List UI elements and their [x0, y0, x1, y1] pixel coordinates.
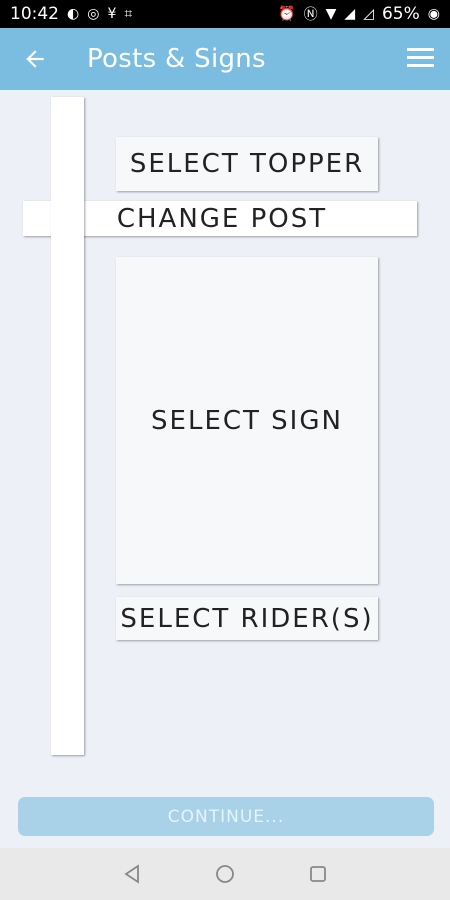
- wifi-icon: ▼: [325, 6, 337, 22]
- page-title: Posts & Signs: [87, 44, 266, 74]
- hamburger-menu-icon: [407, 48, 434, 67]
- status-notification-icons: ◐ ◎ ¥ ⌗: [67, 6, 132, 22]
- status-time: 10:42: [10, 4, 59, 24]
- signal-icon: ◢: [344, 6, 356, 22]
- change-post-label: CHANGE POST: [116, 203, 328, 234]
- grid-icon: ⌗: [124, 6, 133, 22]
- alarm-icon: ⏰: [278, 6, 296, 22]
- arrow-left-icon: [26, 50, 44, 68]
- select-topper-button[interactable]: SELECT TOPPER: [116, 137, 378, 191]
- back-triangle-icon: [124, 864, 139, 884]
- continue-button[interactable]: CONTINUE...: [18, 797, 434, 836]
- select-rider-button[interactable]: SELECT RIDER(S): [116, 597, 378, 640]
- nav-back-button[interactable]: [120, 862, 144, 886]
- battery-saver-icon: ◉: [427, 6, 440, 22]
- whatsapp-icon: ◎: [87, 6, 100, 22]
- continue-label: CONTINUE...: [167, 806, 285, 827]
- select-sign-label: SELECT SIGN: [151, 405, 343, 436]
- home-circle-icon: [216, 865, 234, 883]
- chrome-icon: ◐: [67, 6, 80, 22]
- back-button[interactable]: [0, 28, 70, 90]
- nfc-icon: Ⓝ: [303, 7, 318, 23]
- select-sign-button[interactable]: SELECT SIGN: [116, 257, 378, 584]
- menu-button[interactable]: [406, 43, 436, 73]
- system-nav-bar: [0, 848, 450, 900]
- recents-square-icon: [310, 866, 326, 882]
- app-bar: Posts & Signs: [0, 28, 450, 90]
- post-pole: [51, 97, 84, 755]
- status-system-icons: ⏰ Ⓝ ▼ ◢ ◿ 65% ◉: [278, 4, 440, 24]
- status-bar: 10:42 ◐ ◎ ¥ ⌗ ⏰ Ⓝ ▼ ◢ ◿ 65% ◉: [0, 0, 450, 28]
- select-topper-label: SELECT TOPPER: [129, 149, 365, 179]
- battery-percent: 65%: [381, 4, 420, 24]
- select-rider-label: SELECT RIDER(S): [120, 603, 374, 634]
- nav-home-button[interactable]: [213, 862, 237, 886]
- nav-recents-button[interactable]: [306, 862, 330, 886]
- v-icon: ¥: [107, 6, 117, 22]
- no-sim-icon: ◿: [363, 6, 374, 22]
